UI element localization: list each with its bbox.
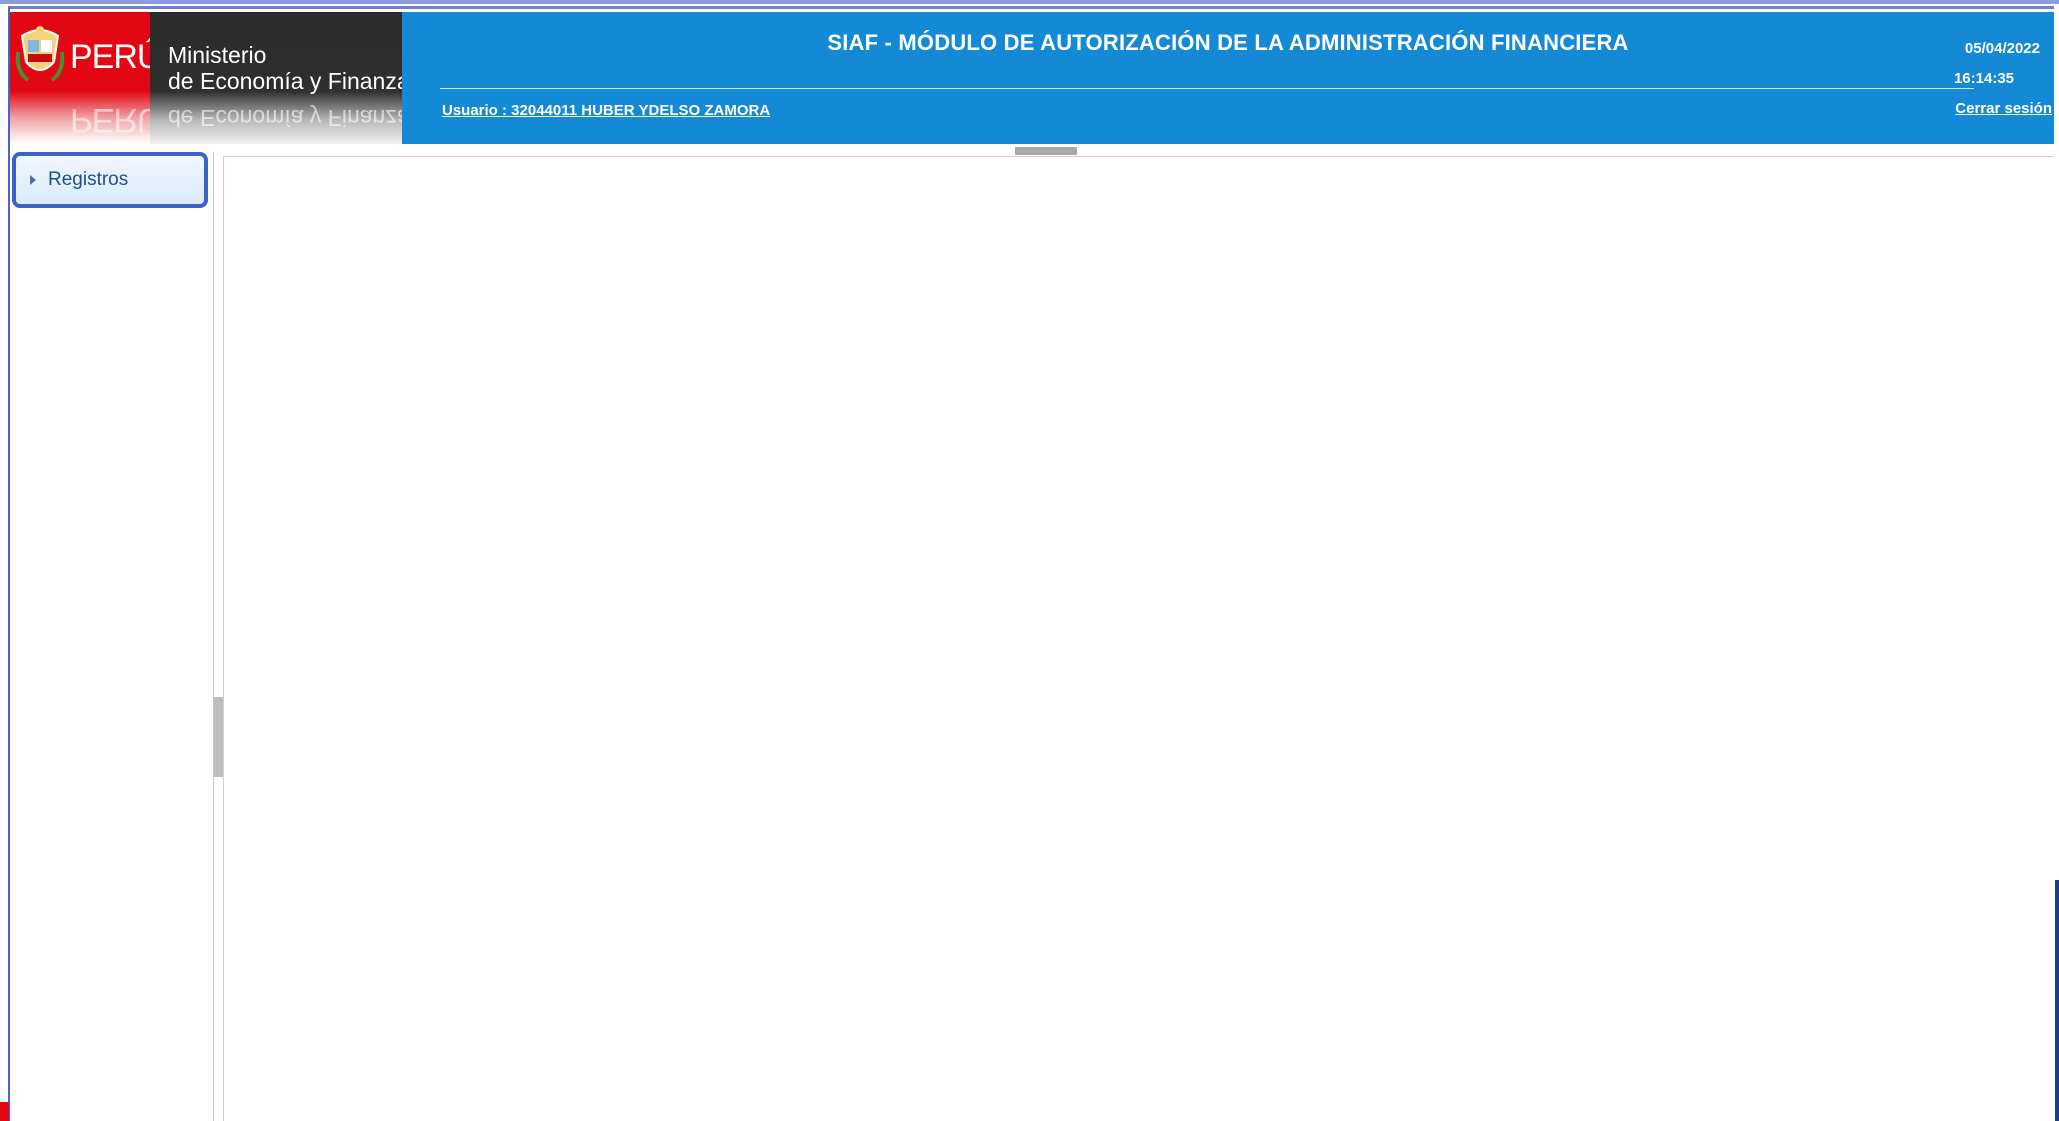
page-title: SIAF - MÓDULO DE AUTORIZACIÓN DE LA ADMI… xyxy=(827,30,1629,55)
app-header: PERÚ PERÚ Ministerio de Economía y Finan… xyxy=(10,12,2054,144)
logo-ministry-reflection: de Economía y Finanzas xyxy=(168,105,402,131)
logo-red-panel: PERÚ PERÚ xyxy=(10,12,161,144)
corner-marker xyxy=(0,1102,9,1121)
logo-country-reflection: PERÚ xyxy=(70,101,161,139)
main-content xyxy=(223,156,2054,1121)
header-time: 16:14:35 xyxy=(1953,70,2014,87)
mef-logo: PERÚ PERÚ Ministerio de Economía y Finan… xyxy=(10,12,402,144)
user-info-link[interactable]: Usuario : 32044011 HUBER YDELSO ZAMORA xyxy=(442,102,770,119)
window-right-edge xyxy=(2055,880,2059,1121)
peru-coat-of-arms-icon xyxy=(15,26,65,82)
header-banner: SIAF - MÓDULO DE AUTORIZACIÓN DE LA ADMI… xyxy=(402,12,2054,144)
logo-ministry-line1: Ministerio xyxy=(168,42,267,68)
header-divider xyxy=(440,88,1974,89)
sidebar: Registros xyxy=(10,152,214,1121)
top-splitter-handle[interactable] xyxy=(1015,147,1077,155)
logo-country-text: PERÚ xyxy=(70,38,161,76)
logout-link[interactable]: Cerrar sesión xyxy=(1955,100,2052,117)
sidebar-item-label: Registros xyxy=(48,169,129,190)
logo-ministry-line2: de Economía y Finanzas xyxy=(168,68,402,94)
sidebar-item-registros[interactable]: Registros xyxy=(12,152,208,208)
window-top-border xyxy=(0,0,2059,4)
logo-ministry-panel: Ministerio de Economía y Finanzas de Eco… xyxy=(150,12,402,144)
chevron-right-icon xyxy=(30,175,36,185)
sidebar-splitter-handle[interactable] xyxy=(214,697,223,777)
header-date: 05/04/2022 xyxy=(1964,40,2040,57)
